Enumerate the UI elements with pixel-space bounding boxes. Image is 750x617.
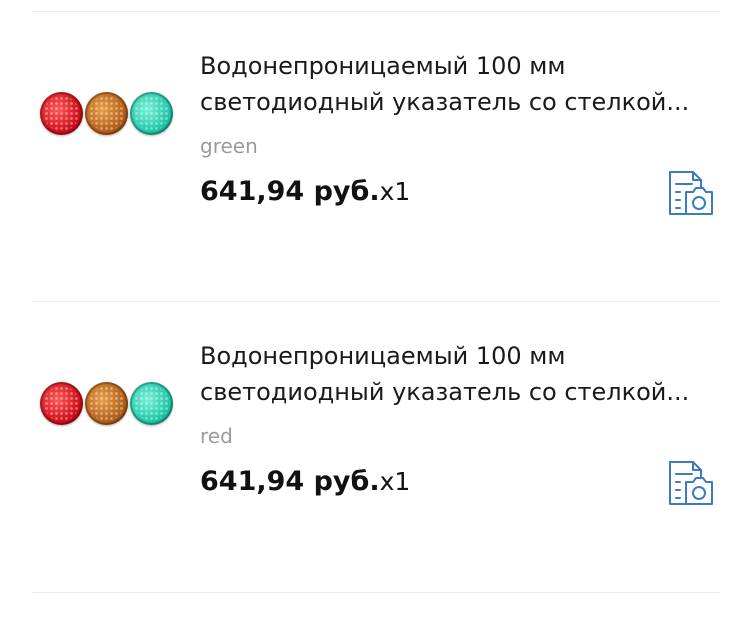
green-lamp-icon	[130, 91, 173, 135]
list-item[interactable]: Водонепроницаемый 100 мм светодиодный ук…	[0, 290, 750, 580]
red-lamp-icon	[40, 91, 83, 135]
order-items-list: Водонепроницаемый 100 мм светодиодный ук…	[0, 0, 750, 617]
variant-label: red	[200, 424, 233, 448]
price-row: 641,94 руб.x1	[200, 466, 410, 497]
price: 641,94 руб.	[200, 466, 380, 497]
green-lamp-icon	[130, 381, 173, 425]
amber-lamp-icon	[85, 91, 128, 135]
price: 641,94 руб.	[200, 176, 380, 207]
product-title[interactable]: Водонепроницаемый 100 мм светодиодный ук…	[200, 338, 720, 410]
variant-label: green	[200, 134, 258, 158]
product-title[interactable]: Водонепроницаемый 100 мм светодиодный ук…	[200, 48, 720, 120]
divider	[32, 592, 720, 593]
price-row: 641,94 руб.x1	[200, 176, 410, 207]
amber-lamp-icon	[85, 381, 128, 425]
quantity: x1	[379, 467, 411, 496]
product-thumbnail[interactable]	[40, 379, 175, 427]
list-item[interactable]: Водонепроницаемый 100 мм светодиодный ук…	[0, 0, 750, 290]
product-title-line2: светодиодный указатель со стелкой...	[200, 378, 690, 406]
product-thumbnail[interactable]	[40, 89, 175, 137]
product-title-line2: светодиодный указатель со стелкой...	[200, 88, 690, 116]
product-title-line1: Водонепроницаемый 100 мм	[200, 52, 566, 80]
product-title-line1: Водонепроницаемый 100 мм	[200, 342, 566, 370]
document-camera-icon[interactable]	[666, 460, 714, 506]
red-lamp-icon	[40, 381, 83, 425]
quantity: x1	[379, 177, 411, 206]
document-camera-icon[interactable]	[666, 170, 714, 216]
